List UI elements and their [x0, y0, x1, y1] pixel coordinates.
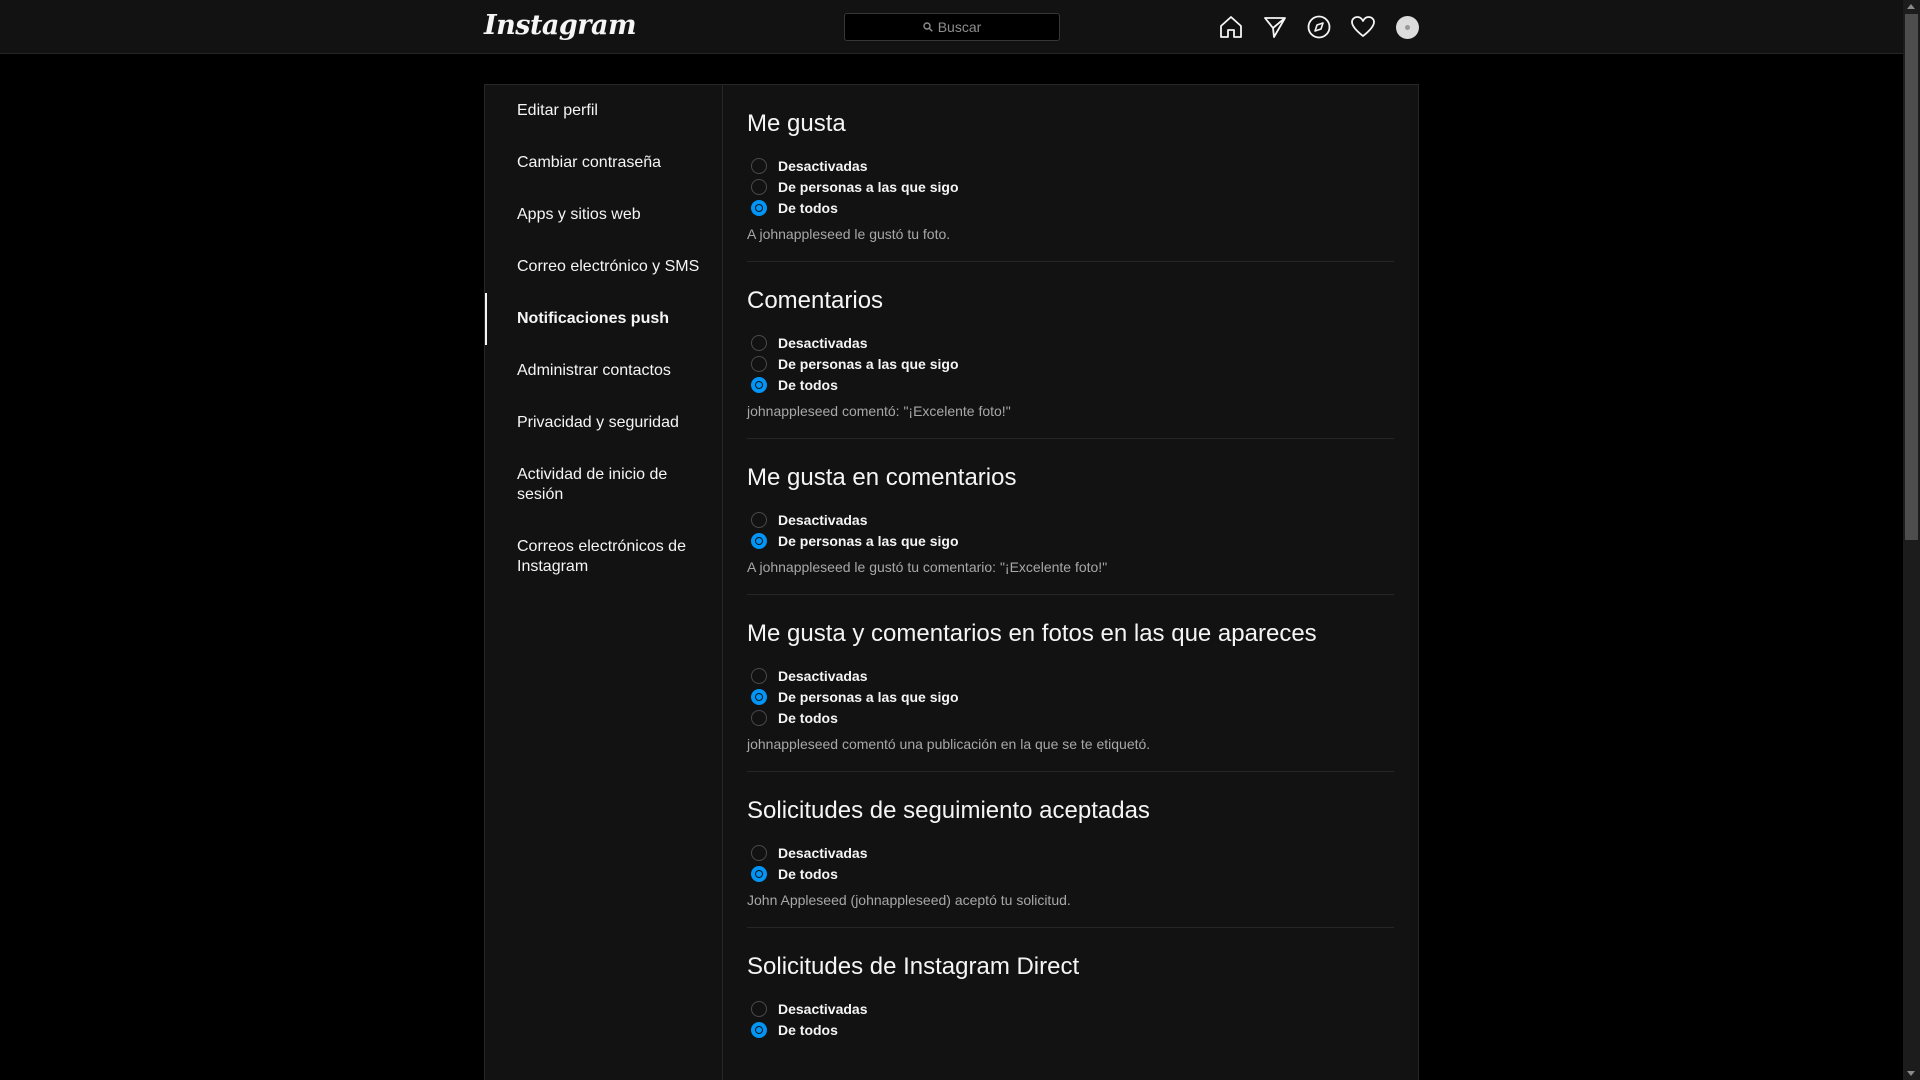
- radio-button-selected[interactable]: [751, 199, 767, 216]
- search-input[interactable]: Buscar: [844, 13, 1060, 41]
- radio-option[interactable]: De personas a las que sigo: [747, 353, 1394, 374]
- radio-option[interactable]: Desactivadas: [747, 509, 1394, 530]
- sidebar-item-login-activity[interactable]: Actividad de inicio de sesión: [485, 449, 722, 521]
- search-icon: [923, 22, 933, 32]
- radio-button[interactable]: [751, 355, 767, 372]
- notification-example: John Appleseed (johnappleseed) aceptó tu…: [747, 892, 1071, 908]
- settings-sidebar: Editar perfil Cambiar contraseña Apps y …: [485, 85, 723, 1080]
- section-photos-of-you: Me gusta y comentarios en fotos en las q…: [747, 595, 1394, 772]
- radio-button[interactable]: [751, 1000, 767, 1017]
- radio-option[interactable]: De todos: [747, 374, 1394, 395]
- sidebar-item-email-sms[interactable]: Correo electrónico y SMS: [485, 241, 722, 293]
- sidebar-item-label: Actividad de inicio de sesión: [517, 466, 668, 503]
- section-likes: Me gusta Desactivadas De personas a las …: [747, 85, 1394, 262]
- avatar-dot: [1405, 24, 1410, 30]
- radio-button-selected[interactable]: [751, 865, 767, 882]
- notification-example: johnappleseed comentó: "¡Excelente foto!…: [747, 403, 1011, 419]
- radio-button-selected[interactable]: [751, 1021, 767, 1038]
- scroll-down-arrow-icon[interactable]: [1907, 1071, 1915, 1076]
- section-comment-likes: Me gusta en comentarios Desactivadas De …: [747, 439, 1394, 595]
- section-title: Me gusta y comentarios en fotos en las q…: [747, 620, 1317, 647]
- section-follow-requests-accepted: Solicitudes de seguimiento aceptadas Des…: [747, 772, 1394, 928]
- radio-button[interactable]: [751, 667, 767, 684]
- notifications-content: Me gusta Desactivadas De personas a las …: [723, 85, 1418, 1080]
- search-placeholder: Buscar: [937, 19, 982, 35]
- radio-option[interactable]: De personas a las que sigo: [747, 686, 1394, 707]
- section-comments: Comentarios Desactivadas De personas a l…: [747, 262, 1394, 439]
- sidebar-item-label: Cambiar contraseña: [517, 154, 662, 171]
- direct-icon[interactable]: [1262, 14, 1288, 40]
- radio-button[interactable]: [751, 157, 767, 174]
- radio-option[interactable]: Desactivadas: [747, 155, 1394, 176]
- explore-icon[interactable]: [1306, 14, 1332, 40]
- radio-option[interactable]: De todos: [747, 707, 1394, 728]
- radio-option[interactable]: De todos: [747, 1019, 1394, 1040]
- radio-label: De todos: [778, 376, 838, 393]
- radio-button-selected[interactable]: [751, 532, 767, 549]
- radio-label: De personas a las que sigo: [778, 532, 959, 549]
- sidebar-item-change-password[interactable]: Cambiar contraseña: [485, 137, 722, 189]
- radio-label: De todos: [778, 709, 838, 726]
- radio-button[interactable]: [751, 844, 767, 861]
- radio-button[interactable]: [751, 709, 767, 726]
- sidebar-item-label: Correo electrónico y SMS: [517, 258, 700, 275]
- radio-option[interactable]: Desactivadas: [747, 665, 1394, 686]
- sidebar-item-manage-contacts[interactable]: Administrar contactos: [485, 345, 722, 397]
- sidebar-item-label: Apps y sitios web: [517, 206, 641, 223]
- radio-button-selected[interactable]: [751, 688, 767, 705]
- section-title: Me gusta: [747, 110, 846, 137]
- radio-label: Desactivadas: [778, 844, 868, 861]
- section-title: Solicitudes de seguimiento aceptadas: [747, 797, 1150, 824]
- sidebar-item-push-notifications[interactable]: Notificaciones push: [485, 293, 722, 345]
- notification-example: A johnappleseed le gustó tu comentario: …: [747, 559, 1108, 575]
- sidebar-item-apps-websites[interactable]: Apps y sitios web: [485, 189, 722, 241]
- sidebar-item-instagram-emails[interactable]: Correos electrónicos de Instagram: [485, 521, 722, 593]
- radio-option[interactable]: De personas a las que sigo: [747, 530, 1394, 551]
- instagram-logo[interactable]: Instagram: [484, 10, 637, 41]
- sidebar-item-label: Administrar contactos: [517, 362, 671, 379]
- radio-option[interactable]: De todos: [747, 863, 1394, 884]
- activity-heart-icon[interactable]: [1350, 14, 1376, 40]
- sidebar-item-label: Editar perfil: [517, 102, 598, 119]
- scrollbar-thumb[interactable]: [1905, 14, 1918, 540]
- radio-label: De personas a las que sigo: [778, 688, 959, 705]
- radio-label: De todos: [778, 199, 838, 216]
- radio-label: De personas a las que sigo: [778, 178, 959, 195]
- radio-label: Desactivadas: [778, 334, 868, 351]
- notification-example: A johnappleseed le gustó tu foto.: [747, 226, 951, 242]
- sidebar-item-privacy-security[interactable]: Privacidad y seguridad: [485, 397, 722, 449]
- radio-button[interactable]: [751, 511, 767, 528]
- radio-label: De personas a las que sigo: [778, 355, 959, 372]
- page-scrollbar[interactable]: [1903, 0, 1920, 1080]
- sidebar-item-label: Notificaciones push: [517, 310, 670, 327]
- section-title: Me gusta en comentarios: [747, 464, 1017, 491]
- radio-option[interactable]: Desactivadas: [747, 998, 1394, 1019]
- radio-label: Desactivadas: [778, 511, 868, 528]
- radio-label: Desactivadas: [778, 157, 868, 174]
- radio-option[interactable]: De todos: [747, 197, 1394, 218]
- radio-button-selected[interactable]: [751, 376, 767, 393]
- radio-option[interactable]: Desactivadas: [747, 332, 1394, 353]
- top-navigation-bar: Instagram Buscar: [0, 0, 1903, 54]
- section-title: Comentarios: [747, 287, 884, 314]
- sidebar-item-label: Privacidad y seguridad: [517, 414, 679, 431]
- radio-label: Desactivadas: [778, 667, 868, 684]
- radio-option[interactable]: De personas a las que sigo: [747, 176, 1394, 197]
- section-title: Solicitudes de Instagram Direct: [747, 953, 1080, 980]
- settings-panel: Editar perfil Cambiar contraseña Apps y …: [484, 84, 1419, 1080]
- radio-label: De todos: [778, 865, 838, 882]
- sidebar-item-edit-profile[interactable]: Editar perfil: [485, 85, 722, 137]
- radio-option[interactable]: Desactivadas: [747, 842, 1394, 863]
- notification-example: johnappleseed comentó una publicación en…: [747, 736, 1151, 752]
- radio-label: De todos: [778, 1021, 838, 1038]
- home-icon[interactable]: [1218, 14, 1244, 40]
- radio-button[interactable]: [751, 178, 767, 195]
- radio-label: Desactivadas: [778, 1000, 868, 1017]
- profile-avatar[interactable]: [1396, 15, 1419, 39]
- sidebar-item-label: Correos electrónicos de Instagram: [517, 538, 686, 575]
- scroll-up-arrow-icon[interactable]: [1907, 4, 1915, 9]
- nav-icons: [1218, 14, 1419, 40]
- radio-button[interactable]: [751, 334, 767, 351]
- section-direct-requests: Solicitudes de Instagram Direct Desactiv…: [747, 928, 1394, 1058]
